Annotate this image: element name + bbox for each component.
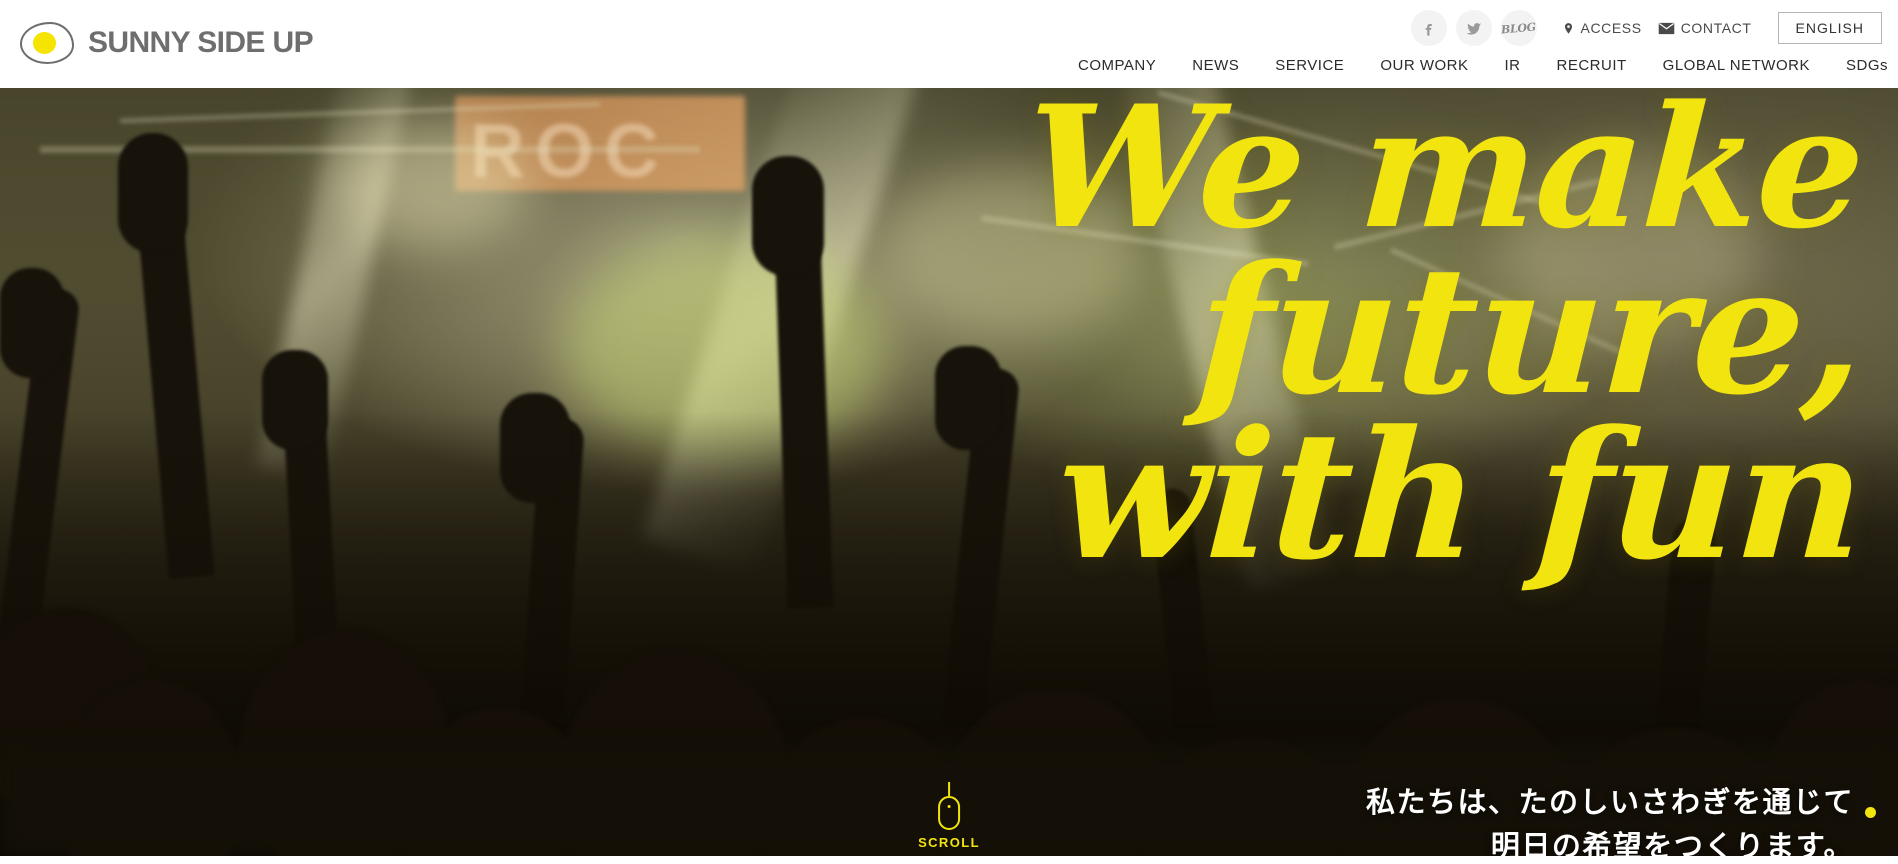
site-header: SUNNY SIDE UP BLOG ACCESS CONTACT ENGLIS… <box>0 0 1898 88</box>
nav-item-recruit[interactable]: RECRUIT <box>1557 57 1627 74</box>
access-label: ACCESS <box>1580 20 1642 36</box>
language-button[interactable]: ENGLISH <box>1777 12 1882 44</box>
access-link[interactable]: ACCESS <box>1562 20 1642 36</box>
raised-hand <box>118 133 188 253</box>
contact-label: CONTACT <box>1680 20 1752 36</box>
nav-item-ir[interactable]: IR <box>1505 57 1521 74</box>
scroll-indicator[interactable]: SCROLL <box>918 782 980 850</box>
scroll-stem <box>948 782 950 796</box>
japanese-line-2: 明日の希望をつくります。 <box>1490 829 1854 856</box>
carousel-indicator <box>1865 807 1876 818</box>
carousel-dot-1[interactable] <box>1865 807 1876 818</box>
header-utility-row: BLOG ACCESS CONTACT ENGLISH <box>1410 10 1888 46</box>
egg-yolk-shape <box>33 32 56 54</box>
nav-item-company[interactable]: COMPANY <box>1078 57 1156 74</box>
brand-logo[interactable]: SUNNY SIDE UP <box>20 22 314 64</box>
fried-egg-icon <box>20 22 74 64</box>
hero-background-photo: ROC <box>0 88 1898 856</box>
brand-name: SUNNY SIDE UP <box>88 26 314 59</box>
mouse-scroll-icon <box>938 796 960 830</box>
contact-link[interactable]: CONTACT <box>1658 20 1752 36</box>
hero-section: ROC We make future, with fun 私たちは、たのしいさわ… <box>0 88 1898 856</box>
blog-icon-label: BLOG <box>1500 20 1537 36</box>
mouse-wheel-dot <box>947 805 951 808</box>
japanese-line-1: 私たちは、たのしいさわぎを通じて <box>1365 785 1854 819</box>
nav-item-service[interactable]: SERVICE <box>1275 57 1344 74</box>
facebook-icon[interactable] <box>1410 10 1447 46</box>
raised-hand <box>752 156 824 276</box>
hero-japanese-tagline: 私たちは、たのしいさわぎを通じて 明日の希望をつくります。 <box>1366 780 1854 856</box>
scroll-label: SCROLL <box>918 835 980 850</box>
envelope-icon <box>1658 22 1674 34</box>
nav-item-news[interactable]: NEWS <box>1192 57 1239 74</box>
stage-glow <box>1500 148 1760 348</box>
nav-item-global-network[interactable]: GLOBAL NETWORK <box>1663 57 1810 74</box>
page-bottom-strip <box>0 856 1898 864</box>
nav-item-sdgs[interactable]: SDGs <box>1846 57 1888 74</box>
nav-item-our-work[interactable]: OUR WORK <box>1380 57 1468 74</box>
twitter-icon[interactable] <box>1455 10 1492 46</box>
location-pin-icon <box>1564 22 1572 34</box>
stage-glow <box>330 118 530 248</box>
blog-icon[interactable]: BLOG <box>1500 10 1537 46</box>
raised-hand <box>0 268 64 378</box>
stage-glow <box>880 168 1140 338</box>
main-navigation: COMPANY NEWS SERVICE OUR WORK IR RECRUIT… <box>1078 57 1888 74</box>
